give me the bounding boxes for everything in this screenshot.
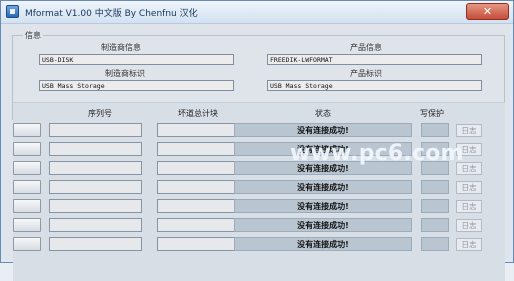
write-protect-field [421, 123, 449, 137]
window-title: Mformat V1.00 中文版 By Chenfnu 汉化 [25, 9, 198, 19]
app-icon [6, 5, 19, 18]
table-row: 没有连接成功! 日志 [13, 199, 505, 216]
product-info-label: 产品信息 [350, 43, 382, 52]
table-row: 没有连接成功! 日志 [13, 180, 505, 197]
info-legend: 信息 [23, 30, 43, 41]
row-select-button[interactable] [13, 199, 41, 213]
manufacturer-info-label: 制造商信息 [101, 43, 141, 52]
serial-column-header: 序列号 [88, 109, 112, 118]
manufacturer-id-label: 制造商标识 [105, 69, 145, 78]
write-protect-field [421, 180, 449, 194]
bad-blocks-field[interactable] [157, 180, 240, 194]
table-row: 没有连接成功! 日志 [13, 218, 505, 235]
client-area: 信息 制造商信息 USB-DISK 制造商标识 USB Mass Storage… [4, 24, 510, 281]
write-protect-field [421, 199, 449, 213]
device-table-panel: 序列号 坏道总计块 状态 写保护 没有连接成功! 日志 没有连接成功! 日志 没… [13, 102, 505, 281]
product-id-field[interactable]: USB Mass Storage [267, 80, 482, 91]
log-button[interactable]: 日志 [456, 219, 482, 232]
log-button[interactable]: 日志 [456, 181, 482, 194]
row-select-button[interactable] [13, 142, 41, 156]
close-button[interactable]: ✕ [466, 3, 509, 20]
status-column-header: 状态 [315, 109, 331, 118]
log-button[interactable]: 日志 [456, 238, 482, 251]
status-field: 没有连接成功! [234, 218, 412, 232]
bad-blocks-field[interactable] [157, 123, 240, 137]
bad-blocks-field[interactable] [157, 142, 240, 156]
write-protect-field [421, 237, 449, 251]
bad-blocks-field[interactable] [157, 199, 240, 213]
app-window: Mformat V1.00 中文版 By Chenfnu 汉化 ✕ 信息 制造商… [0, 0, 514, 281]
row-select-button[interactable] [13, 180, 41, 194]
manufacturer-id-field[interactable]: USB Mass Storage [39, 80, 234, 91]
bad-blocks-field[interactable] [157, 237, 240, 251]
status-field: 没有连接成功! [234, 123, 412, 137]
title-bar[interactable]: Mformat V1.00 中文版 By Chenfnu 汉化 ✕ [1, 1, 513, 24]
bad-blocks-column-header: 坏道总计块 [178, 109, 218, 118]
status-field: 没有连接成功! [234, 237, 412, 251]
serial-field[interactable] [49, 237, 142, 251]
row-select-button[interactable] [13, 161, 41, 175]
watermark-logo: www.pc6.com [290, 141, 464, 166]
bad-blocks-field[interactable] [157, 161, 240, 175]
product-info-field[interactable]: FREEDIK-LWFORMAT [267, 54, 482, 65]
serial-field[interactable] [49, 142, 142, 156]
write-protect-field [421, 218, 449, 232]
status-field: 没有连接成功! [234, 199, 412, 213]
product-id-label: 产品标识 [350, 69, 382, 78]
table-row: 没有连接成功! 日志 [13, 237, 505, 254]
row-select-button[interactable] [13, 123, 41, 137]
serial-field[interactable] [49, 161, 142, 175]
serial-field[interactable] [49, 180, 142, 194]
write-protect-column-header: 写保护 [420, 109, 444, 118]
table-row: 没有连接成功! 日志 [13, 123, 505, 140]
manufacturer-info-field[interactable]: USB-DISK [39, 54, 234, 65]
row-select-button[interactable] [13, 218, 41, 232]
serial-field[interactable] [49, 123, 142, 137]
log-button[interactable]: 日志 [456, 124, 482, 137]
status-field: 没有连接成功! [234, 180, 412, 194]
log-button[interactable]: 日志 [456, 200, 482, 213]
serial-field[interactable] [49, 199, 142, 213]
row-select-button[interactable] [13, 237, 41, 251]
serial-field[interactable] [49, 218, 142, 232]
bad-blocks-field[interactable] [157, 218, 240, 232]
